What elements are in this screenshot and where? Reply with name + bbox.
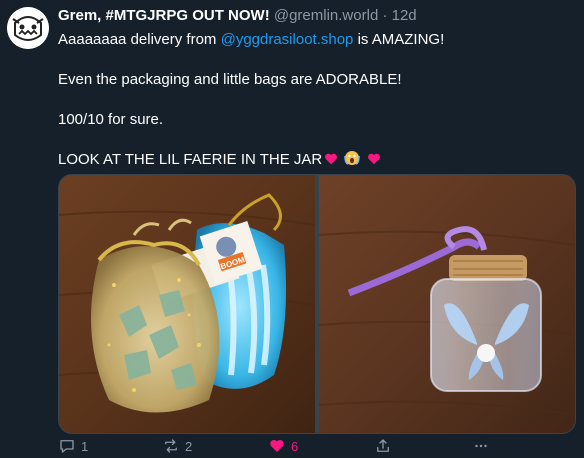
reply-count: 1 — [81, 438, 89, 454]
reply-icon — [60, 440, 74, 453]
faerie-jar-image — [319, 175, 575, 433]
text-line-1: Aaaaaaaa delivery from @yggdrasiloot.sho… — [58, 30, 574, 50]
text-fragment: is AMAZING! — [353, 31, 445, 48]
more-button[interactable] — [472, 436, 490, 456]
like-button[interactable]: 6 — [268, 436, 298, 456]
text-line-3: 100/10 for sure. — [58, 111, 164, 128]
text-line-4: LOOK AT THE LIL FAERIE IN THE JAR — [58, 150, 574, 172]
user-handle[interactable]: @gremlin.world — [274, 7, 378, 24]
media-grid: BOOM — [58, 174, 576, 434]
like-count: 6 — [291, 438, 299, 454]
photo-dice-bags[interactable]: BOOM — [59, 175, 315, 433]
reply-button[interactable]: 1 — [58, 436, 88, 456]
repost-icon — [165, 439, 177, 453]
text-fragment: Aaaaaaaa delivery from — [58, 31, 221, 48]
avatar[interactable] — [7, 7, 49, 49]
more-icon — [475, 444, 487, 448]
dice-bags-image: BOOM — [59, 175, 315, 433]
photo-faerie-jar[interactable] — [319, 175, 575, 433]
tweet-actions: 1 2 6 — [58, 436, 574, 456]
heart-emoji-icon — [324, 152, 338, 172]
repost-count: 2 — [185, 438, 193, 454]
share-button[interactable] — [374, 436, 392, 456]
text-line-2: Even the packaging and little bags are A… — [58, 71, 402, 88]
tweet-text: Aaaaaaaa delivery from @yggdrasiloot.sho… — [58, 30, 574, 172]
text-fragment: LOOK AT THE LIL FAERIE IN THE JAR — [58, 151, 323, 168]
separator-dot: · — [382, 7, 388, 24]
screaming-face-emoji-icon — [344, 150, 361, 172]
tweet-header: Grem, #MTGJRPG OUT NOW! @gremlin.world ·… — [58, 6, 576, 26]
gremlin-avatar-icon — [7, 7, 49, 49]
display-name[interactable]: Grem, #MTGJRPG OUT NOW! — [58, 7, 270, 24]
repost-button[interactable]: 2 — [162, 436, 192, 456]
timestamp[interactable]: 12d — [392, 7, 417, 24]
mention-link[interactable]: @yggdrasiloot.shop — [221, 31, 354, 48]
heart-icon — [270, 440, 284, 452]
heart-emoji-icon — [367, 152, 381, 172]
share-icon — [377, 439, 389, 452]
